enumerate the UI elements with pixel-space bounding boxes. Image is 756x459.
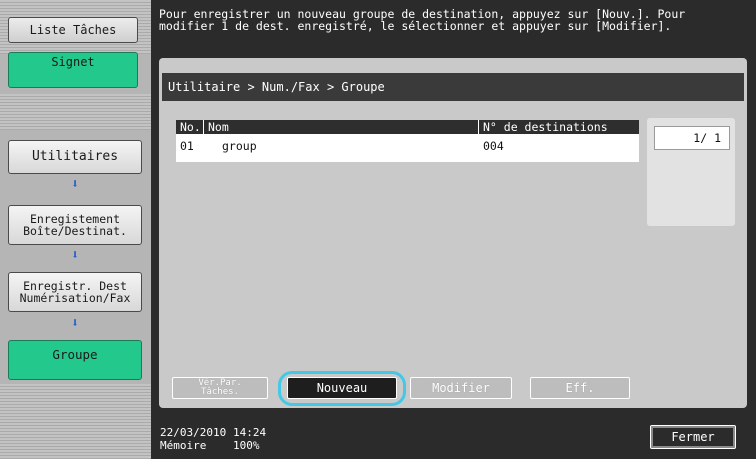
bookmark-button[interactable]: Signet	[8, 52, 138, 88]
table-row[interactable]: 01 group 004	[176, 136, 639, 156]
close-button[interactable]: Fermer	[650, 425, 736, 449]
page-indicator: 1/ 1	[654, 126, 730, 150]
arrow-down-icon: ⬇	[71, 248, 79, 263]
nav-utilitaires[interactable]: Utilitaires	[8, 140, 142, 174]
job-list-button[interactable]: Liste Tâches	[8, 17, 138, 43]
instruction-message: Pour enregistrer un nouveau groupe de de…	[159, 7, 686, 33]
new-button[interactable]: Nouveau	[287, 377, 397, 399]
column-header-no: No.	[180, 120, 201, 134]
nav-enregistrement-boite[interactable]: Enregistement Boîte/Destinat.	[8, 205, 142, 245]
row-name: group	[222, 139, 257, 153]
status-memory-value: 100%	[233, 439, 260, 452]
left-panel-pattern-mid	[0, 94, 151, 130]
status-time: 14:24	[233, 426, 267, 439]
status-date: 22/03/2010	[160, 426, 227, 439]
check-job-button[interactable]: Vér.Par. Tâches.	[172, 377, 268, 399]
left-panel-pattern-bottom	[0, 384, 151, 459]
content-area	[159, 58, 747, 408]
nav-enregistr-dest[interactable]: Enregistr. Dest Numérisation/Fax	[8, 272, 142, 312]
breadcrumb: Utilitaire > Num./Fax > Groupe	[162, 73, 744, 101]
group-table: No. Nom N° de destinations 01 group 004	[176, 120, 639, 162]
row-count: 004	[483, 139, 504, 153]
nav-groupe[interactable]: Groupe	[8, 340, 142, 380]
delete-button[interactable]: Eff.	[530, 377, 630, 399]
column-header-name: Nom	[208, 120, 229, 134]
column-separator	[478, 120, 479, 134]
column-separator	[203, 120, 204, 134]
arrow-down-icon: ⬇	[71, 177, 79, 192]
table-header: No. Nom N° de destinations	[176, 120, 639, 134]
status-memory-label: Mémoire	[160, 439, 207, 452]
column-header-count: N° de destinations	[483, 120, 608, 134]
modify-button[interactable]: Modifier	[410, 377, 512, 399]
arrow-down-icon: ⬇	[71, 316, 79, 331]
row-no: 01	[180, 139, 194, 153]
